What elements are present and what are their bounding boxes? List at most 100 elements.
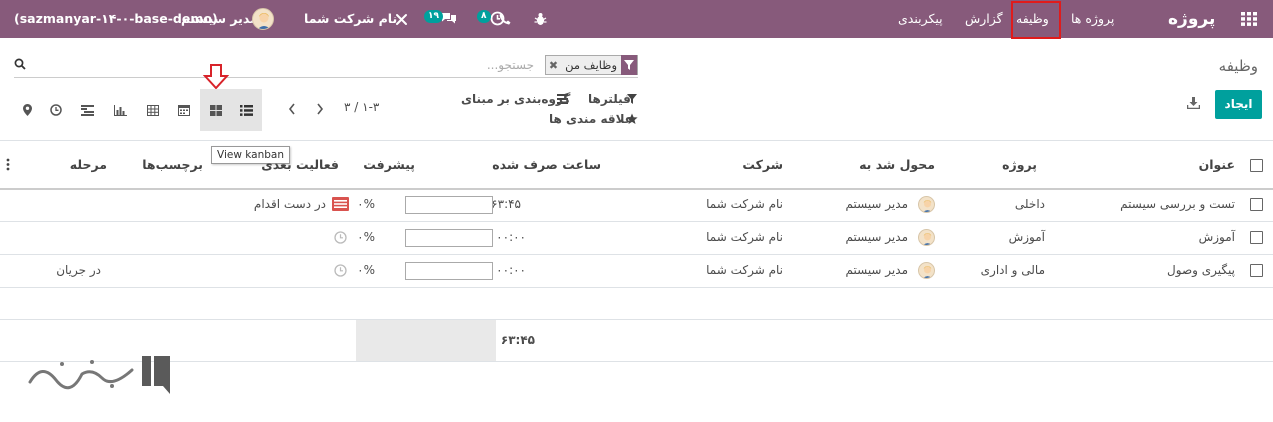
- favorites-button[interactable]: علاقه مندی ها: [549, 112, 633, 126]
- table-top-border: [0, 140, 1273, 141]
- create-button[interactable]: ایجاد: [1215, 90, 1262, 119]
- clock-icon[interactable]: [490, 11, 505, 26]
- list-view-icon: [240, 104, 253, 116]
- filter-icon: [621, 55, 637, 75]
- task-company: نام شرکت شما: [706, 230, 783, 244]
- task-hours: ۰۰:۰۰: [496, 230, 526, 244]
- column-header-project[interactable]: پروژه: [1002, 157, 1037, 172]
- task-project: داخلی: [1014, 197, 1045, 211]
- task-assigned: مدیر سیستم: [845, 230, 909, 244]
- column-header-hours[interactable]: ساعت صرف شده: [492, 157, 601, 172]
- view-calendar-button[interactable]: [168, 89, 199, 131]
- user-avatar[interactable]: [252, 8, 274, 30]
- row-checkbox[interactable]: [1250, 264, 1263, 277]
- progress-bar: [405, 196, 493, 214]
- task-progress: ۰%: [357, 263, 375, 277]
- active-menu-highlight: [1011, 1, 1061, 39]
- app-brand[interactable]: پروژه: [1168, 0, 1215, 38]
- column-header-company[interactable]: شرکت: [742, 157, 783, 172]
- task-project: آموزش: [1008, 230, 1045, 244]
- task-hours: ۶۳:۴۵: [491, 197, 521, 211]
- pivot-view-icon: [146, 104, 159, 116]
- view-gantt-button[interactable]: [72, 89, 103, 131]
- bug-icon[interactable]: [534, 12, 547, 26]
- task-assigned: مدیر سیستم: [845, 197, 909, 211]
- activity-count-badge: ۸: [477, 10, 491, 23]
- task-title: پیگیری وصول: [1167, 263, 1235, 277]
- optional-columns-icon[interactable]: [6, 158, 10, 171]
- row-checkbox[interactable]: [1250, 198, 1263, 211]
- select-all-checkbox[interactable]: [1250, 159, 1263, 172]
- apps-grid-icon[interactable]: [1241, 12, 1257, 26]
- pager-value[interactable]: ۱-۳ / ۳: [344, 100, 379, 114]
- column-header-assigned[interactable]: محول شد به: [859, 157, 935, 172]
- menu-configuration[interactable]: پیکربندی: [898, 0, 943, 38]
- watermark-logo: [22, 352, 172, 396]
- task-project: مالی و اداری: [980, 263, 1045, 277]
- breadcrumb: وظیفه: [1218, 57, 1258, 75]
- gantt-view-icon: [81, 104, 94, 116]
- top-navbar: پروژه پروژه ها وظیفه گزارش پیکربندی ۸ ۱۹…: [0, 0, 1273, 38]
- task-title: تست و بررسی سیستم: [1120, 197, 1235, 211]
- task-company: نام شرکت شما: [706, 263, 783, 277]
- view-activity-button[interactable]: [40, 89, 71, 131]
- footer-aggregate-cell: [356, 320, 496, 361]
- search-facet: وظایف من ✖: [544, 55, 638, 75]
- menu-projects[interactable]: پروژه ها: [1071, 0, 1114, 38]
- row-checkbox[interactable]: [1250, 231, 1263, 244]
- task-stage: در جریان: [56, 263, 101, 277]
- task-progress: ۰%: [357, 197, 375, 211]
- view-kanban-button[interactable]: [200, 89, 231, 131]
- total-hours: ۶۳:۴۵: [500, 333, 535, 347]
- search-bar[interactable]: جستجو... وظایف من ✖: [14, 54, 638, 78]
- company-switcher[interactable]: نام شرکت شما: [304, 0, 397, 38]
- activity-view-icon: [49, 104, 62, 116]
- task-progress: ۰%: [357, 230, 375, 244]
- column-header-title[interactable]: عنوان: [1199, 157, 1235, 172]
- graph-view-icon: [114, 104, 127, 116]
- facet-remove-icon[interactable]: ✖: [546, 59, 561, 72]
- tools-icon[interactable]: [395, 13, 408, 26]
- column-header-activity[interactable]: فعالیت بعدی: [261, 157, 339, 172]
- annotation-arrow-down-icon: [203, 64, 229, 90]
- activity-clock-icon[interactable]: [334, 231, 347, 244]
- download-icon[interactable]: [1187, 97, 1200, 109]
- pager-next-icon[interactable]: [287, 103, 297, 115]
- task-hours: ۰۰:۰۰: [496, 263, 526, 277]
- row-divider: [0, 287, 1273, 288]
- assignee-avatar: [918, 262, 935, 279]
- search-icon[interactable]: [14, 58, 26, 70]
- group-by-button[interactable]: گروه‌بندی بر مبنای: [461, 92, 570, 106]
- assignee-avatar: [918, 229, 935, 246]
- activity-clock-icon[interactable]: [334, 264, 347, 277]
- header-bottom-border: [0, 188, 1273, 190]
- footer-top-border: [0, 319, 1273, 320]
- column-header-progress[interactable]: پیشرفت: [363, 157, 415, 172]
- view-pivot-button[interactable]: [137, 89, 168, 131]
- kanban-view-icon: [209, 104, 222, 116]
- progress-bar: [405, 262, 493, 280]
- footer-bottom-border: [0, 361, 1273, 362]
- assignee-avatar: [918, 196, 935, 213]
- column-header-stage[interactable]: مرحله: [70, 157, 107, 172]
- view-list-button[interactable]: [231, 89, 262, 131]
- pager-previous-icon[interactable]: [315, 103, 325, 115]
- task-activity: در دست اقدام: [253, 197, 326, 211]
- database-name: (sazmanyar-۱۴-۰-base-demo): [14, 11, 218, 26]
- activity-todo-icon[interactable]: [332, 197, 349, 211]
- menu-reporting[interactable]: گزارش: [965, 0, 1003, 38]
- view-graph-button[interactable]: [105, 89, 136, 131]
- column-header-tags[interactable]: برچسب‌ها: [142, 157, 203, 172]
- row-divider: [0, 221, 1273, 222]
- row-divider: [0, 254, 1273, 255]
- filters-button[interactable]: فیلترها: [588, 92, 631, 106]
- task-company: نام شرکت شما: [706, 197, 783, 211]
- task-title: آموزش: [1198, 230, 1235, 244]
- facet-label: وظایف من: [565, 58, 617, 72]
- map-view-icon: [23, 104, 32, 116]
- messages-count-badge: ۱۹: [424, 10, 443, 23]
- view-map-button[interactable]: [12, 89, 43, 131]
- search-input[interactable]: جستجو...: [487, 58, 534, 72]
- progress-bar: [405, 229, 493, 247]
- calendar-view-icon: [177, 104, 190, 116]
